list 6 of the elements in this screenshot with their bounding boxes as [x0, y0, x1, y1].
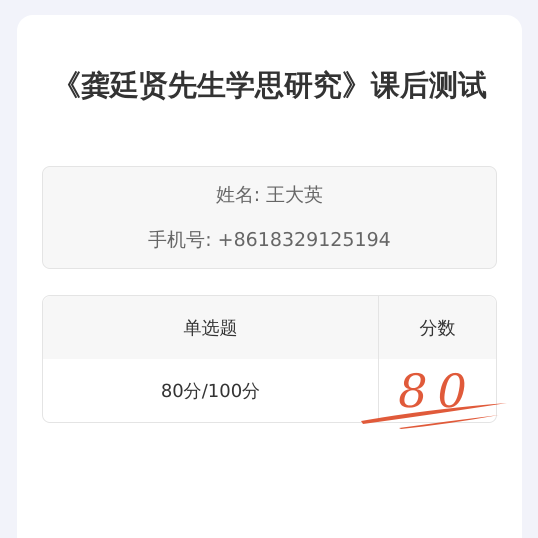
page-title: 《龚廷贤先生学思研究》课后测试: [51, 67, 488, 104]
info-text: 手机号: +8618329125194: [148, 228, 391, 253]
info-text: 姓名: 王大英: [216, 183, 324, 208]
column-header: 分数: [418, 316, 456, 340]
column-header: 单选题: [43, 296, 379, 359]
handwritten-score: 80: [398, 366, 477, 416]
